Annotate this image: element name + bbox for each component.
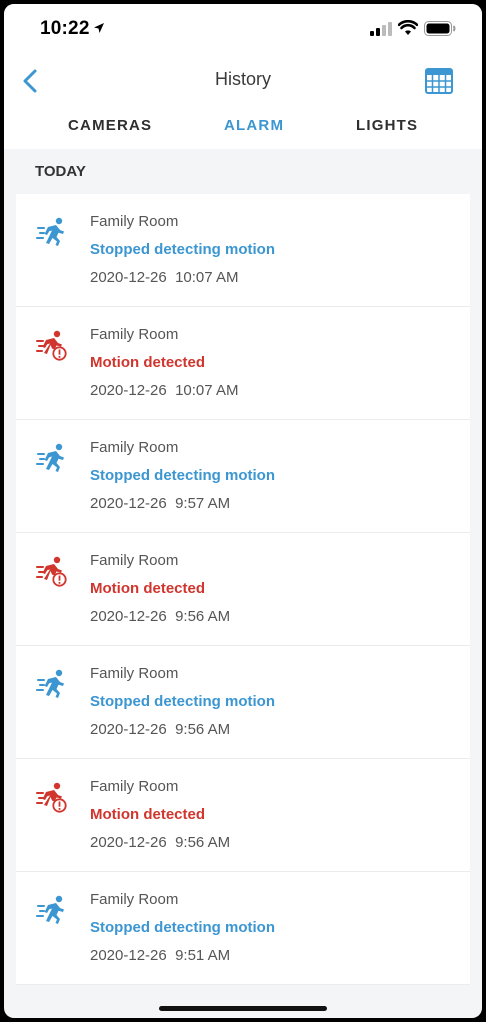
event-row[interactable]: Family Room Stopped detecting motion 2020-…: [16, 420, 470, 533]
event-status: Stopped detecting motion: [90, 241, 275, 258]
section-title: TODAY: [35, 163, 86, 180]
event-timestamp: 2020-12-26 10:07 AM: [90, 269, 239, 286]
event-timestamp: 2020-12-26 9:56 AM: [90, 721, 231, 738]
cellular-signal-icon: [370, 22, 392, 36]
event-list: Family Room Stopped detecting motion 2020-…: [16, 194, 470, 985]
event-timestamp: 2020-12-26 9:57 AM: [90, 495, 231, 512]
event-row[interactable]: Family Room Stopped detecting motion 2020-…: [16, 872, 470, 985]
tab-bar: CAMERAS ALARM LIGHTS: [4, 109, 482, 149]
calendar-icon[interactable]: [424, 66, 454, 96]
tab-alarm[interactable]: ALARM: [224, 117, 284, 134]
status-bar: 10:22: [4, 4, 482, 54]
section-header: TODAY: [4, 149, 482, 193]
tab-lights[interactable]: LIGHTS: [356, 117, 418, 134]
motion-stopped-icon: [36, 442, 68, 474]
battery-icon: [424, 21, 456, 36]
motion-stopped-icon: [36, 668, 68, 700]
event-timestamp: 2020-12-26 9:56 AM: [90, 608, 231, 625]
event-device: Family Room: [90, 326, 179, 343]
page-title: History: [214, 69, 271, 89]
event-row[interactable]: Family Room Motion detected 2020-12-26 9:5…: [16, 533, 470, 646]
motion-alert-icon: [36, 329, 68, 361]
event-device: Family Room: [90, 891, 179, 908]
home-indicator[interactable]: [159, 1006, 327, 1011]
app-screen: 10:22 History CAMERAS ALARM LIGHTS TODAY…: [4, 4, 482, 1018]
motion-alert-icon: [36, 555, 68, 587]
event-status: Motion detected: [90, 580, 205, 597]
event-row[interactable]: Family Room Stopped detecting motion 2020-…: [16, 646, 470, 759]
event-row[interactable]: Family Room Stopped detecting motion 2020-…: [16, 194, 470, 307]
event-device: Family Room: [90, 552, 179, 569]
nav-header: History: [4, 54, 482, 109]
event-status: Stopped detecting motion: [90, 467, 275, 484]
event-device: Family Room: [90, 439, 179, 456]
event-device: Family Room: [90, 665, 179, 682]
event-status: Stopped detecting motion: [90, 693, 275, 710]
wifi-icon: [398, 20, 418, 35]
motion-stopped-icon: [36, 894, 68, 926]
event-timestamp: 2020-12-26 9:51 AM: [90, 947, 231, 964]
event-status: Stopped detecting motion: [90, 919, 275, 936]
event-device: Family Room: [90, 778, 179, 795]
event-row[interactable]: Family Room Motion detected 2020-12-26 10:…: [16, 307, 470, 420]
location-arrow-icon: [94, 23, 104, 33]
event-timestamp: 2020-12-26 9:56 AM: [90, 834, 231, 851]
status-time: 10:22: [40, 18, 90, 39]
event-device: Family Room: [90, 213, 179, 230]
tab-cameras[interactable]: CAMERAS: [68, 117, 152, 134]
event-timestamp: 2020-12-26 10:07 AM: [90, 382, 239, 399]
event-status: Motion detected: [90, 354, 205, 371]
motion-alert-icon: [36, 781, 68, 813]
motion-stopped-icon: [36, 216, 68, 248]
event-status: Motion detected: [90, 806, 205, 823]
event-row[interactable]: Family Room Motion detected 2020-12-26 9:5…: [16, 759, 470, 872]
